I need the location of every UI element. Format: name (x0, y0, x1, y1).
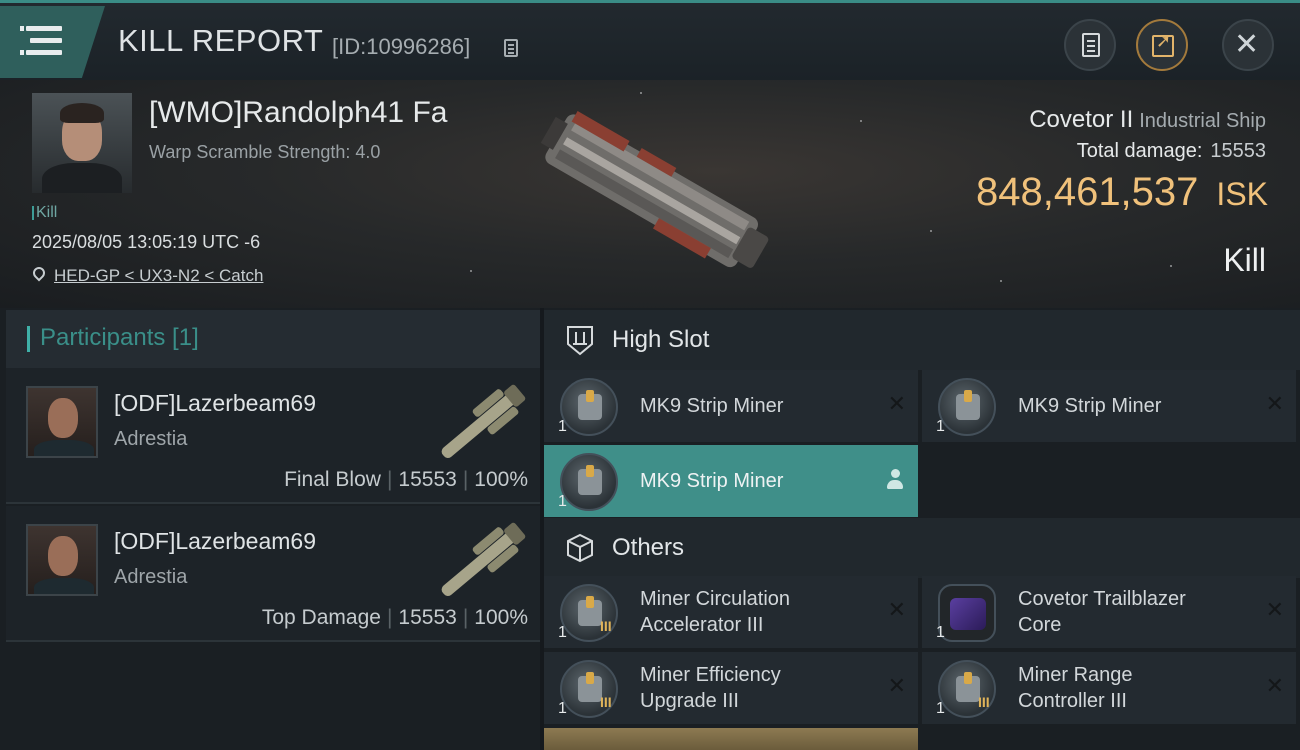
module-name: MK9 Strip Miner (640, 395, 784, 417)
participant-stats: Top Damage | 15553 | 100% (261, 606, 528, 629)
participant-percent: 100% (474, 468, 528, 491)
participant-role: Final Blow (284, 468, 381, 491)
kill-timestamp: 2025/08/05 13:05:19 UTC -6 (32, 232, 261, 252)
destroyed-icon: ✕ (887, 674, 906, 699)
ship-name: Covetor II (1029, 106, 1134, 133)
module-item-partial[interactable] (544, 728, 918, 750)
cube-icon (567, 533, 593, 563)
strip-miner-icon (938, 378, 996, 436)
participant-role: Top Damage (261, 606, 381, 629)
victim-avatar[interactable] (32, 93, 132, 193)
clipboard-button[interactable] (1064, 19, 1116, 71)
participants-panel: Participants [1] [ODF]Lazerbeam69 Adrest… (0, 308, 540, 750)
module-qty: 1 (936, 700, 945, 717)
result-label: Kill (1223, 242, 1266, 278)
report-id: [ID:10996286] (332, 34, 471, 59)
module-name-line2: Upgrade III (640, 690, 739, 712)
share-icon (1152, 31, 1174, 57)
copy-icon[interactable] (504, 39, 518, 57)
module-qty: 1 (936, 624, 945, 641)
high-slot-label: High Slot (612, 326, 710, 353)
module-name-line2: Core (1018, 614, 1062, 636)
tier-badge: III (600, 694, 612, 710)
destroyed-icon: ✕ (887, 598, 906, 623)
total-damage-label: Total damage: (1076, 140, 1203, 162)
participant-ship-icon (441, 522, 526, 597)
module-item[interactable]: 1 III Miner Range Controller III ✕ (922, 652, 1296, 724)
location-link[interactable]: HED-GP < UX3-N2 < Catch (54, 266, 263, 286)
module-item-selected[interactable]: 1 MK9 Strip Miner (544, 445, 918, 517)
module-item[interactable]: 1 MK9 Strip Miner ✕ (922, 370, 1296, 442)
participant-ship: Adrestia (114, 428, 188, 450)
participant-avatar[interactable] (26, 386, 98, 458)
strip-miner-icon (560, 453, 618, 511)
page-title: KILL REPORT (118, 23, 324, 58)
tier-badge: III (978, 694, 990, 710)
module-name-line1: Miner Circulation (640, 588, 791, 610)
participant-stats: Final Blow | 15553 | 100% (284, 468, 528, 491)
menu-button[interactable] (0, 6, 105, 78)
high-slot-header: High Slot (544, 310, 1300, 370)
high-slot-icon (567, 326, 593, 356)
module-name: MK9 Strip Miner (1018, 395, 1162, 417)
others-label: Others (612, 534, 685, 561)
participant-name: [ODF]Lazerbeam69 (114, 390, 316, 416)
participant-row[interactable]: [ODF]Lazerbeam69 Adrestia Final Blow | 155… (6, 368, 540, 504)
module-name-line1: Miner Efficiency (640, 664, 781, 686)
module-item[interactable]: 1 MK9 Strip Miner ✕ (544, 370, 918, 442)
module-qty: 1 (558, 418, 567, 435)
module-name-line2: Accelerator III (640, 614, 764, 636)
destroyed-icon: ✕ (1265, 674, 1284, 699)
location-pin-icon (30, 264, 48, 282)
participant-damage: 15553 (398, 468, 457, 491)
tier-badge: III (600, 618, 612, 634)
destroyed-icon: ✕ (1265, 598, 1284, 623)
isk-value: 848,461,537 ISK (976, 170, 1268, 215)
ship-class: Industrial Ship (1139, 110, 1266, 132)
participants-title: Participants [1] (40, 324, 199, 351)
others-header: Others (544, 518, 1300, 578)
kill-tag: Kill (31, 204, 58, 221)
module-qty: 1 (558, 493, 567, 510)
warp-scramble-strength: Warp Scramble Strength: 4.0 (149, 142, 381, 162)
participant-row[interactable]: [ODF]Lazerbeam69 Adrestia Top Damage | 155… (6, 506, 540, 642)
participant-ship-icon (441, 384, 526, 459)
participant-avatar[interactable] (26, 524, 98, 596)
victim-name[interactable]: [WMO]Randolph41 Fa (149, 96, 447, 130)
menu-icon (20, 26, 62, 31)
module-qty: 1 (936, 418, 945, 435)
module-qty: 1 (558, 700, 567, 717)
share-button[interactable] (1136, 19, 1188, 71)
fitting-panel: High Slot 1 MK9 Strip Miner ✕ 1 MK9 Stri… (544, 308, 1300, 750)
module-name-line2: Controller III (1018, 690, 1127, 712)
participant-ship: Adrestia (114, 566, 188, 588)
ship-image (540, 111, 769, 268)
isk-amount: 848,461,537 (975, 170, 1199, 214)
top-bar: KILL REPORT [ID:10996286] ✕ (0, 0, 1300, 80)
close-icon: ✕ (1234, 27, 1260, 62)
module-name: MK9 Strip Miner (640, 470, 784, 492)
strip-miner-icon (560, 378, 618, 436)
module-name-line1: Miner Range (1018, 664, 1133, 686)
participants-header: Participants [1] (6, 310, 540, 368)
total-damage-value: 15553 (1210, 140, 1266, 162)
participant-name: [ODF]Lazerbeam69 (114, 528, 316, 554)
participant-percent: 100% (474, 606, 528, 629)
isk-unit: ISK (1216, 176, 1268, 212)
core-module-icon (938, 584, 996, 642)
pilot-icon (886, 469, 904, 491)
clipboard-icon (1082, 33, 1100, 57)
total-damage: Total damage: 15553 (1077, 140, 1266, 163)
participant-damage: 15553 (398, 606, 457, 629)
module-name-line1: Covetor Trailblazer (1018, 588, 1186, 610)
destroyed-icon: ✕ (1265, 392, 1284, 417)
victim-banner: [WMO]Randolph41 Fa Warp Scramble Strengt… (0, 80, 1300, 308)
close-button[interactable]: ✕ (1222, 19, 1274, 71)
module-item[interactable]: 1 III Miner Efficiency Upgrade III ✕ (544, 652, 918, 724)
module-item[interactable]: 1 Covetor Trailblazer Core ✕ (922, 576, 1296, 648)
module-qty: 1 (558, 624, 567, 641)
destroyed-icon: ✕ (887, 392, 906, 417)
ship-title[interactable]: Covetor II Industrial Ship (1029, 106, 1266, 134)
module-item[interactable]: 1 III Miner Circulation Accelerator III … (544, 576, 918, 648)
